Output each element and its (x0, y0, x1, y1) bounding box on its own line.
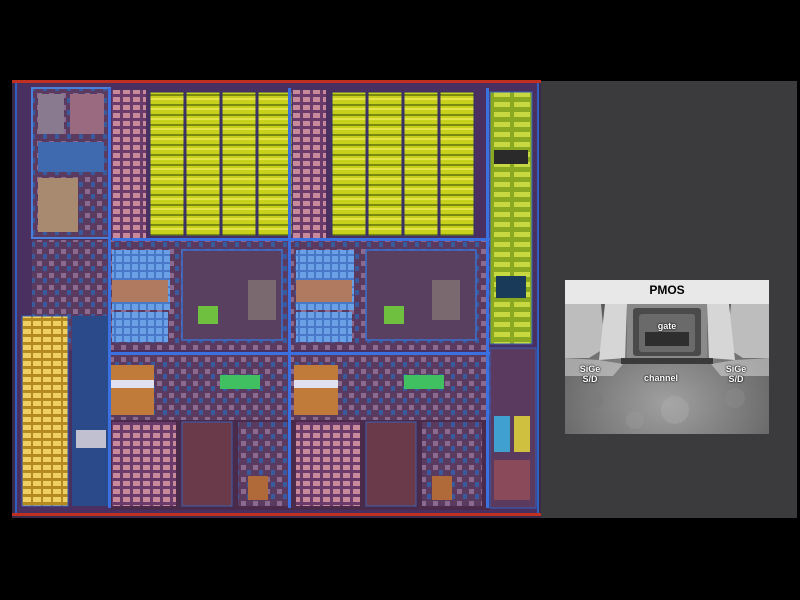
left-sd-label: S/D (582, 374, 598, 384)
left-sige-sd-label: SiGe S/D (573, 364, 607, 384)
slide: PMOS gate SiGe S/D channel SiGe S/D (0, 0, 800, 600)
right-sige-sd-label: SiGe S/D (719, 364, 753, 384)
pmos-title: PMOS (649, 283, 685, 297)
pmos-micrograph: PMOS gate SiGe S/D channel SiGe S/D (565, 280, 769, 434)
right-sige-label: SiGe (725, 364, 747, 374)
gate-label: gate (657, 321, 677, 331)
processor-die-photo (12, 80, 541, 518)
left-sige-label: SiGe (579, 364, 601, 374)
right-sd-label: S/D (728, 374, 744, 384)
channel-label: channel (643, 373, 678, 383)
